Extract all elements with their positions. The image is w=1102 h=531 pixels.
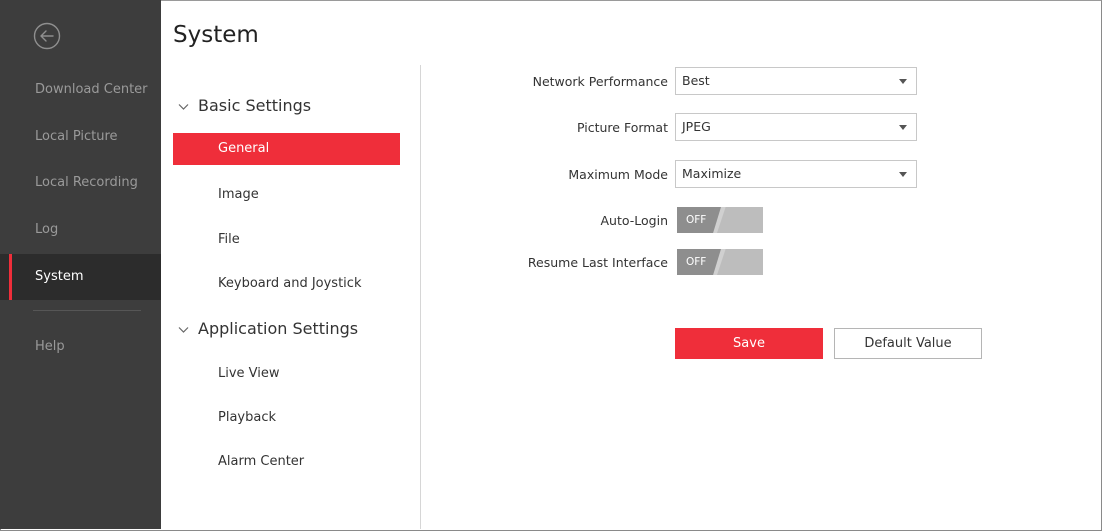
auto-login-label: Auto-Login — [600, 213, 669, 228]
chevron-down-icon — [178, 323, 191, 337]
picture-format-label: Picture Format — [576, 120, 668, 135]
resume-last-interface-toggle[interactable]: OFF — [677, 249, 763, 275]
page-title: System — [173, 22, 259, 48]
select-value: Best — [682, 73, 710, 88]
sidebar-item-local-recording[interactable]: Local Recording — [0, 160, 161, 206]
settings-item-alarm-center[interactable]: Alarm Center — [173, 446, 400, 478]
settings-item-image[interactable]: Image — [173, 179, 400, 211]
group-label: Basic Settings — [198, 96, 312, 115]
maximum-mode-label: Maximum Mode — [568, 167, 668, 182]
sidebar-item-log[interactable]: Log — [0, 207, 161, 253]
sidebar-item-system[interactable]: System — [0, 254, 161, 300]
panel-divider — [420, 65, 421, 529]
settings-item-file[interactable]: File — [173, 224, 400, 256]
group-application-settings[interactable]: Application Settings — [178, 319, 358, 338]
main-sidebar: Download Center Local Picture Local Reco… — [0, 0, 161, 529]
settings-item-live-view[interactable]: Live View — [173, 358, 400, 390]
chevron-down-icon — [178, 100, 191, 114]
sidebar-item-download-center[interactable]: Download Center — [0, 67, 161, 113]
picture-format-select[interactable]: JPEG — [675, 113, 917, 141]
group-basic-settings[interactable]: Basic Settings — [178, 96, 311, 115]
toggle-state: OFF — [677, 249, 721, 275]
settings-item-general[interactable]: General — [173, 133, 400, 165]
resume-last-interface-label: Resume Last Interface — [527, 255, 668, 270]
maximum-mode-select[interactable]: Maximize — [675, 160, 917, 188]
auto-login-toggle[interactable]: OFF — [677, 207, 763, 233]
network-performance-select[interactable]: Best — [675, 67, 917, 95]
network-performance-label: Network Performance — [532, 74, 668, 89]
sidebar-item-help[interactable]: Help — [0, 324, 161, 370]
toggle-track — [717, 207, 763, 233]
save-button[interactable]: Save — [675, 328, 823, 359]
dropdown-arrow-icon — [899, 172, 907, 177]
sidebar-item-local-picture[interactable]: Local Picture — [0, 114, 161, 160]
settings-item-keyboard-joystick[interactable]: Keyboard and Joystick — [173, 268, 400, 300]
toggle-track — [717, 249, 763, 275]
back-arrow-icon[interactable] — [33, 22, 61, 50]
toggle-state: OFF — [677, 207, 721, 233]
sidebar-divider — [33, 310, 141, 311]
settings-item-playback[interactable]: Playback — [173, 402, 400, 434]
select-value: Maximize — [682, 166, 742, 181]
dropdown-arrow-icon — [899, 79, 907, 84]
group-label: Application Settings — [198, 319, 359, 338]
default-value-button[interactable]: Default Value — [834, 328, 982, 359]
dropdown-arrow-icon — [899, 125, 907, 130]
select-value: JPEG — [682, 119, 711, 134]
